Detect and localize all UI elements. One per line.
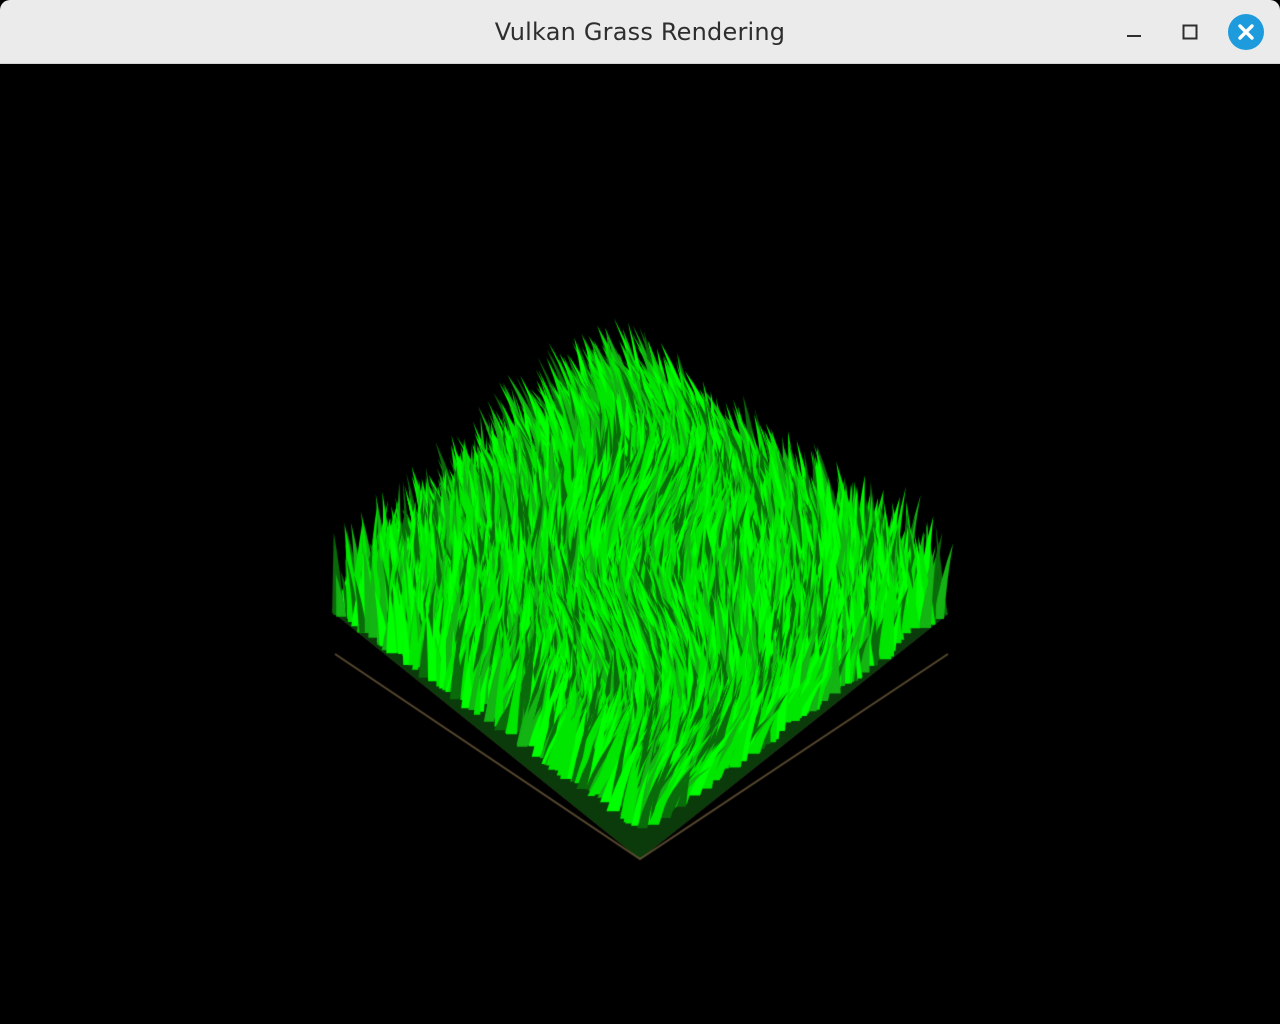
render-viewport[interactable]	[0, 64, 1280, 1024]
app-window: Vulkan Grass Rendering	[0, 0, 1280, 1024]
maximize-button[interactable]	[1172, 14, 1208, 50]
maximize-icon	[1182, 24, 1198, 40]
minimize-icon	[1127, 35, 1141, 37]
close-button[interactable]	[1228, 14, 1264, 50]
minimize-button[interactable]	[1116, 14, 1152, 50]
window-title: Vulkan Grass Rendering	[494, 18, 786, 46]
close-icon	[1228, 14, 1264, 50]
title-bar[interactable]: Vulkan Grass Rendering	[0, 0, 1280, 64]
grass-render-canvas[interactable]	[0, 64, 1280, 1024]
